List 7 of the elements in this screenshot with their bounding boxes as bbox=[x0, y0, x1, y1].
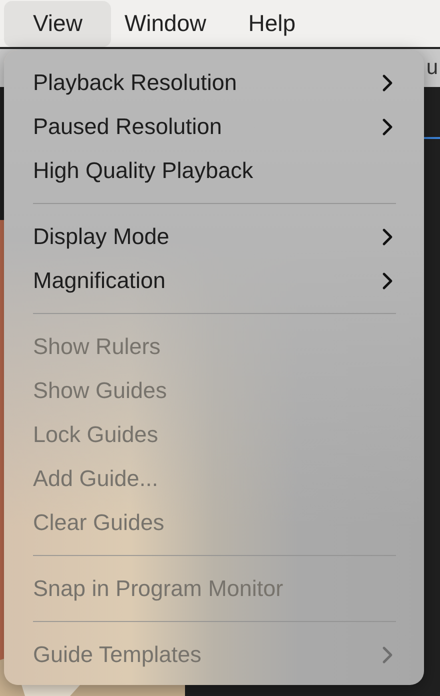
menu-bar-item[interactable]: View bbox=[4, 0, 112, 46]
menu-item[interactable]: Display Mode bbox=[4, 215, 424, 259]
panel-title: u bbox=[426, 56, 438, 80]
menu-item[interactable]: Magnification bbox=[4, 259, 424, 303]
menu-item[interactable]: Paused Resolution bbox=[4, 105, 424, 149]
menu-item[interactable]: High Quality Playback bbox=[4, 149, 424, 193]
menu-item[interactable]: Playback Resolution bbox=[4, 61, 424, 105]
